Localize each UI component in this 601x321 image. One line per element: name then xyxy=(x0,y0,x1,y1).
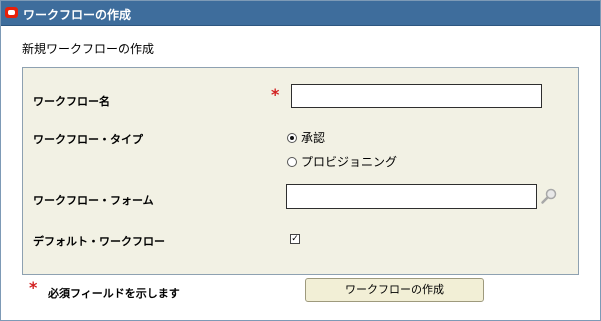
create-workflow-button[interactable]: ワークフローの作成 xyxy=(305,278,484,302)
required-indicator-legend: * xyxy=(29,278,38,297)
default-workflow-checkbox[interactable]: ✓ xyxy=(290,234,300,244)
workflow-form-input[interactable] xyxy=(286,184,537,209)
oracle-logo-icon xyxy=(5,7,18,18)
default-workflow-label: デフォルト・ワークフロー xyxy=(33,235,165,248)
required-note: 必須フィールドを示します xyxy=(48,287,180,300)
workflow-name-input[interactable] xyxy=(291,84,542,108)
radio-selected-icon[interactable] xyxy=(287,132,297,143)
title-bar: ワークフローの作成 xyxy=(1,1,600,26)
workflow-form-label: ワークフロー・フォーム xyxy=(33,194,154,207)
workflow-type-label: ワークフロー・タイプ xyxy=(33,133,143,146)
radio-provisioning-label: プロビジョニング xyxy=(301,155,398,169)
radio-unselected-icon[interactable] xyxy=(287,156,297,167)
form-panel: ワークフロー名 * ワークフロー・タイプ 承認 プロビジョニング ワークフロー・… xyxy=(22,67,579,275)
radio-provisioning[interactable]: プロビジョニング xyxy=(287,153,397,170)
dialog-window: ワークフローの作成 新規ワークフローの作成 ワークフロー名 * ワークフロー・タ… xyxy=(0,0,601,321)
window-title: ワークフローの作成 xyxy=(23,8,132,22)
required-indicator: * xyxy=(271,85,280,104)
section-title: 新規ワークフローの作成 xyxy=(22,42,155,56)
workflow-name-label: ワークフロー名 xyxy=(33,95,110,108)
radio-approval[interactable]: 承認 xyxy=(287,129,325,146)
radio-approval-label: 承認 xyxy=(301,131,326,145)
search-icon[interactable] xyxy=(540,187,558,205)
